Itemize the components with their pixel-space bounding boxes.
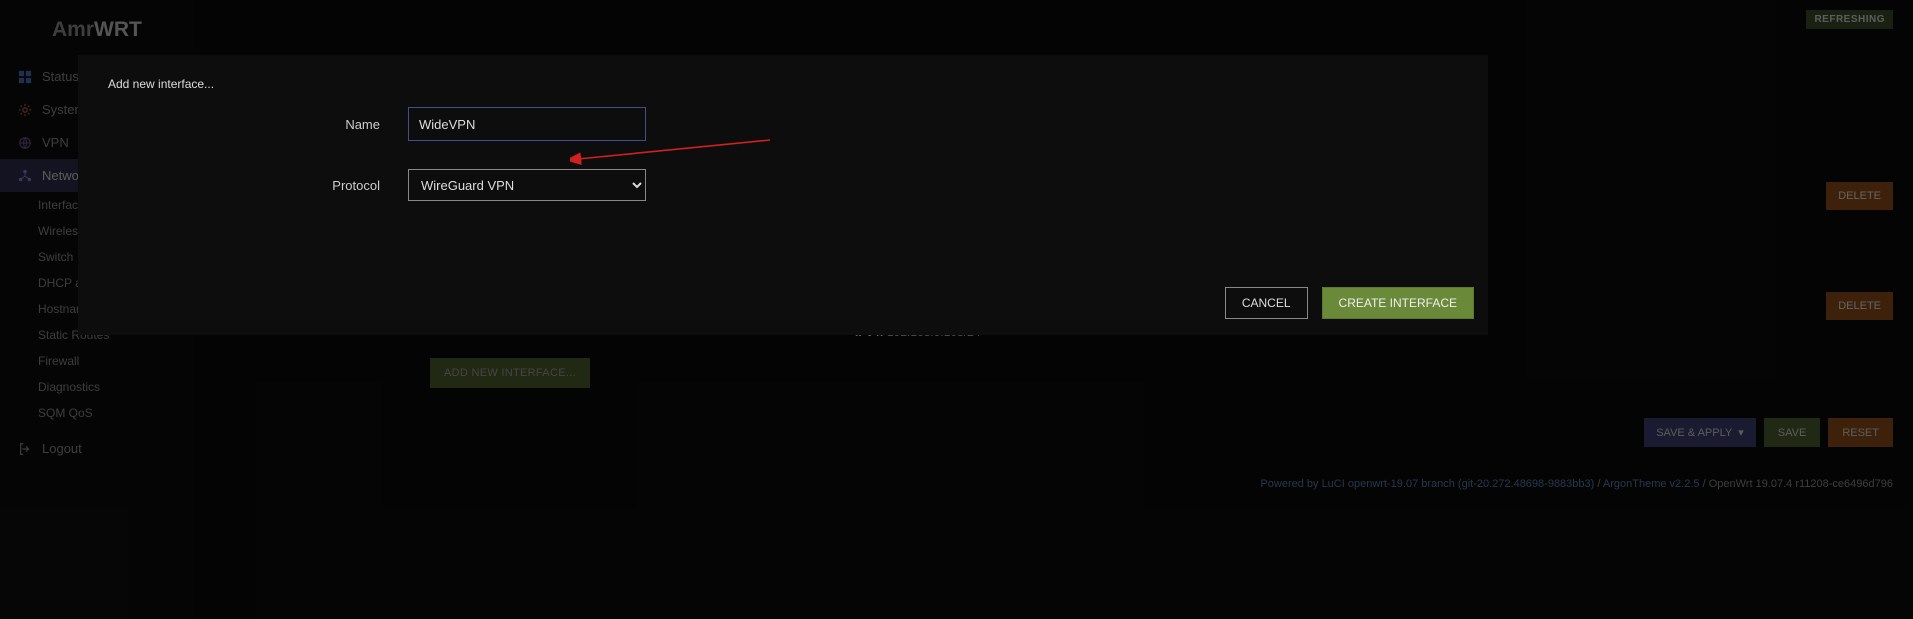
form-row-protocol: Protocol WireGuard VPN	[328, 169, 1458, 201]
modal-title: Add new interface...	[78, 55, 1488, 107]
cancel-button[interactable]: CANCEL	[1225, 287, 1308, 319]
protocol-select[interactable]: WireGuard VPN	[408, 169, 646, 201]
protocol-label: Protocol	[328, 178, 408, 193]
modal-actions: CANCEL CREATE INTERFACE	[78, 269, 1488, 335]
modal-body: Name Protocol WireGuard VPN	[78, 107, 1488, 269]
add-interface-modal: Add new interface... Name Protocol WireG…	[78, 55, 1488, 335]
name-input[interactable]	[408, 107, 646, 141]
form-row-name: Name	[328, 107, 1458, 141]
name-label: Name	[328, 117, 408, 132]
create-interface-button[interactable]: CREATE INTERFACE	[1322, 287, 1474, 319]
